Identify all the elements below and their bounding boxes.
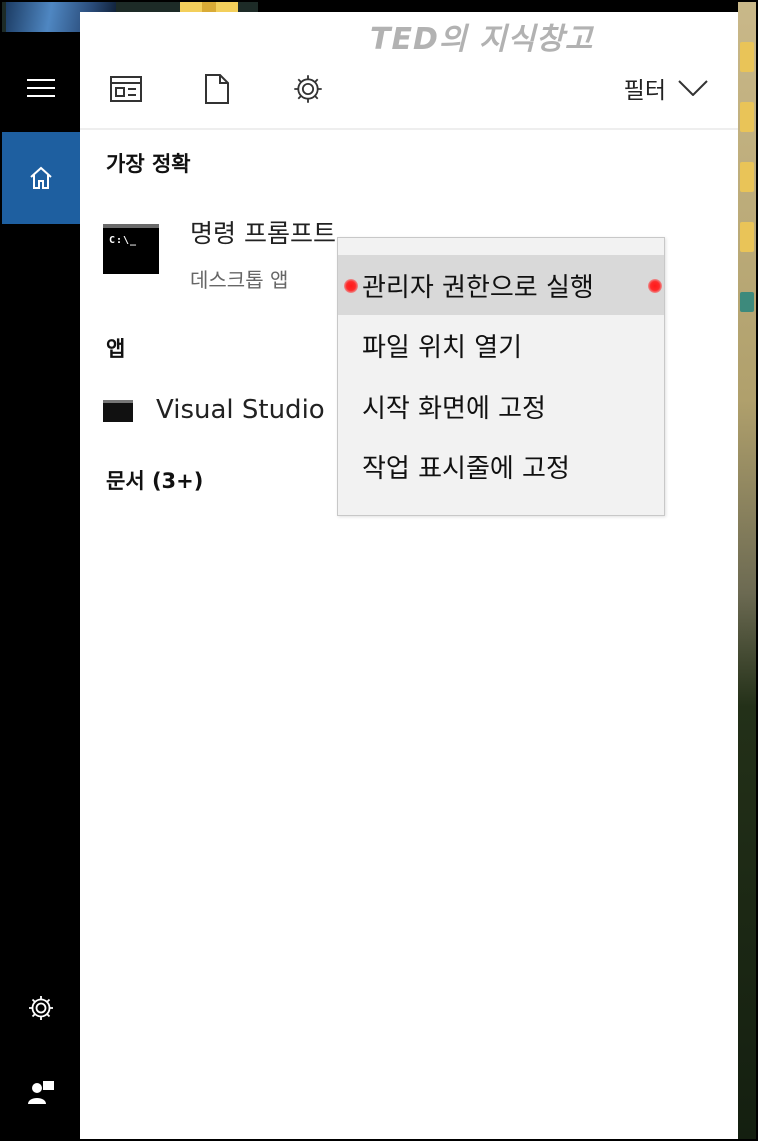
context-menu-item-label: 작업 표시줄에 고정 [362, 453, 570, 484]
terminal-icon [103, 400, 133, 422]
filter-dropdown[interactable]: 필터 [624, 70, 708, 106]
home-icon [30, 166, 52, 189]
document-icon [205, 74, 229, 104]
context-menu-item-run-as-admin[interactable]: 관리자 권한으로 실행 [338, 255, 664, 315]
apps-icon [110, 76, 142, 102]
highlight-marker-dot [344, 279, 358, 293]
context-menu-item-label: 관리자 권한으로 실행 [362, 272, 594, 303]
gear-icon [29, 996, 53, 1020]
apps-heading: 앱 [106, 337, 126, 361]
app-result-visual-studio[interactable]: Visual Studio [156, 395, 325, 425]
hamburger-icon [27, 79, 55, 97]
settings-button[interactable] [2, 972, 80, 1044]
best-match-subtitle: 데스크톱 앱 [190, 268, 289, 292]
documents-heading[interactable]: 문서 (3+) [106, 465, 203, 495]
context-menu-item-pin-to-start[interactable]: 시작 화면에 고정 [338, 376, 664, 436]
command-prompt-icon[interactable]: C:\_ [103, 224, 159, 274]
best-match-heading: 가장 정확 [106, 152, 191, 176]
highlight-marker-dot [648, 279, 662, 293]
chevron-down-icon [678, 80, 708, 96]
hamburger-menu-button[interactable] [2, 52, 80, 124]
context-menu-item-open-file-location[interactable]: 파일 위치 열기 [338, 315, 664, 375]
filter-label: 필터 [623, 78, 666, 104]
desktop-folder-icon [740, 222, 754, 252]
settings-icon [294, 75, 322, 103]
apps-filter-button[interactable] [110, 50, 142, 128]
user-icon [28, 1081, 54, 1104]
home-button[interactable] [2, 132, 80, 224]
search-results-panel [80, 12, 738, 1139]
context-menu-item-label: 시작 화면에 고정 [362, 393, 546, 424]
user-account-button[interactable] [2, 1056, 80, 1128]
context-menu-item-pin-to-taskbar[interactable]: 작업 표시줄에 고정 [338, 436, 664, 496]
screen-frame: TED의 지식창고 필터 가장 정확 C:\_ 명령 프롬프트 데스크톱 앱 앱… [0, 0, 758, 1141]
desktop-background-right [738, 2, 756, 1139]
settings-filter-button[interactable] [292, 50, 324, 128]
command-prompt-icon-text: C:\_ [109, 235, 138, 246]
desktop-folder-icon [740, 102, 754, 132]
toolbar-divider [80, 128, 738, 130]
context-menu-item-label: 파일 위치 열기 [362, 332, 523, 363]
context-menu: 관리자 권한으로 실행 파일 위치 열기 시작 화면에 고정 작업 표시줄에 고… [337, 237, 665, 516]
desktop-folder-icon [740, 162, 754, 192]
start-left-rail [2, 32, 80, 1139]
desktop-file-icon [740, 292, 754, 312]
best-match-title[interactable]: 명령 프롬프트 [190, 214, 336, 250]
documents-filter-button[interactable] [204, 50, 230, 128]
desktop-folder-icon [740, 42, 754, 72]
search-filter-toolbar: 필터 [80, 50, 738, 128]
